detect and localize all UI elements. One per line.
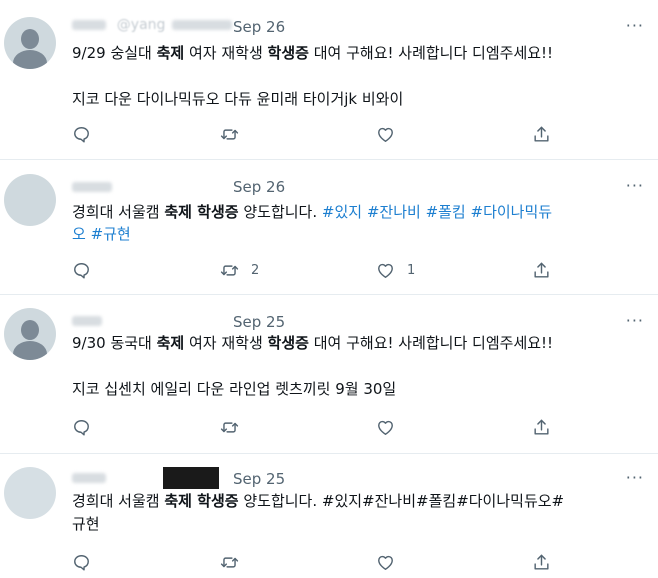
blurred-handle	[172, 19, 233, 30]
reply-icon	[72, 261, 91, 280]
share-icon	[532, 261, 551, 280]
heart-icon	[376, 125, 395, 144]
reply-icon	[72, 125, 91, 144]
share-button[interactable]	[532, 416, 551, 438]
more-icon[interactable]: ···	[626, 311, 644, 330]
tweet-text: 9/30 동국대 축제 여자 재학생 학생증 대여 구해요! 사례합니다 디엠주…	[72, 334, 554, 352]
tweet-date[interactable]: Sep 26	[233, 178, 285, 196]
reply-button[interactable]	[72, 551, 91, 573]
avatar[interactable]	[4, 17, 56, 69]
reply-icon	[72, 418, 91, 437]
reply-button[interactable]	[72, 416, 91, 438]
avatar[interactable]	[4, 174, 56, 226]
more-icon[interactable]: ···	[626, 176, 644, 195]
tweet-text-line: 규현	[72, 515, 100, 533]
retweet-icon	[220, 553, 239, 572]
share-button[interactable]	[532, 259, 551, 281]
blurred-name	[72, 473, 106, 483]
more-icon[interactable]: ···	[626, 16, 644, 35]
like-button[interactable]	[376, 416, 407, 438]
share-icon	[532, 553, 551, 572]
like-button[interactable]: 1	[376, 259, 415, 281]
tweet[interactable]: @yang Sep 26 ··· 9/29 숭실대 축제 여자 재학생 학생증 …	[0, 0, 658, 160]
avatar[interactable]	[4, 308, 56, 360]
like-button[interactable]	[376, 123, 407, 145]
retweet-button[interactable]	[220, 551, 251, 573]
action-bar	[72, 551, 644, 573]
blurred-name	[72, 181, 112, 192]
tweet-date[interactable]: Sep 25	[233, 313, 285, 331]
reply-icon	[72, 553, 91, 572]
action-bar	[72, 123, 644, 145]
tweet-date[interactable]: Sep 26	[233, 18, 285, 36]
action-bar: 2 1	[72, 259, 644, 281]
retweet-button[interactable]: 2	[220, 259, 259, 281]
tweet-date[interactable]: Sep 25	[233, 470, 285, 488]
heart-icon	[376, 553, 395, 572]
more-icon[interactable]: ···	[626, 468, 644, 487]
like-count: 1	[407, 262, 416, 278]
tweet[interactable]: Sep 25 ··· 경희대 서울캠 축제 학생증 양도합니다. #있지#잔나비…	[0, 455, 658, 578]
share-button[interactable]	[532, 551, 551, 573]
share-button[interactable]	[532, 123, 551, 145]
tweet-text-line: 지코 십센치 에일리 다운 라인업 렛츠끼릿 9월 30일	[72, 380, 397, 398]
retweet-count: 2	[251, 262, 260, 278]
tweet-text: 경희대 서울캠 축제 학생증 양도합니다. #있지#잔나비#폴킴#다이나믹듀오#	[72, 492, 565, 510]
handle[interactable]: @yang	[117, 17, 166, 33]
share-icon	[532, 418, 551, 437]
tweet[interactable]: Sep 26 ··· 경희대 서울캠 축제 학생증 양도합니다. #있지 #잔나…	[0, 161, 658, 295]
reply-button[interactable]	[72, 259, 91, 281]
retweet-icon	[220, 125, 239, 144]
retweet-icon	[220, 418, 239, 437]
retweet-icon	[220, 261, 239, 280]
hashtags-line: 오 #규현	[72, 222, 644, 246]
tweet-header: @yang	[72, 15, 233, 37]
action-bar	[72, 416, 644, 438]
tweet[interactable]: Sep 25 ··· 9/30 동국대 축제 여자 재학생 학생증 대여 구해요…	[0, 296, 658, 454]
tweet-header	[72, 467, 219, 489]
tweet-text-line: 지코 다운 다이나믹듀오 다듀 윤미래 타이거jk 비와이	[72, 90, 404, 108]
share-icon	[532, 125, 551, 144]
like-button[interactable]	[376, 551, 407, 573]
blurred-name	[72, 19, 106, 30]
retweet-button[interactable]	[220, 416, 251, 438]
redaction-box	[162, 467, 219, 489]
heart-icon	[376, 261, 395, 280]
tweet-header	[72, 311, 102, 333]
blurred-name	[72, 315, 102, 326]
tweet-text: 경희대 서울캠 축제 학생증 양도합니다. #있지 #잔나비 #폴킴 #다이나믹…	[72, 203, 553, 221]
reply-button[interactable]	[72, 123, 91, 145]
tweet-text: 9/29 숭실대 축제 여자 재학생 학생증 대여 구해요! 사례합니다 디엠주…	[72, 44, 554, 62]
heart-icon	[376, 418, 395, 437]
retweet-button[interactable]	[220, 123, 251, 145]
avatar[interactable]	[4, 467, 56, 519]
hashtags[interactable]: 오 #규현	[72, 225, 131, 243]
hashtags[interactable]: #있지 #잔나비 #폴킴 #다이나믹듀	[322, 203, 552, 221]
tweet-header	[72, 177, 112, 199]
